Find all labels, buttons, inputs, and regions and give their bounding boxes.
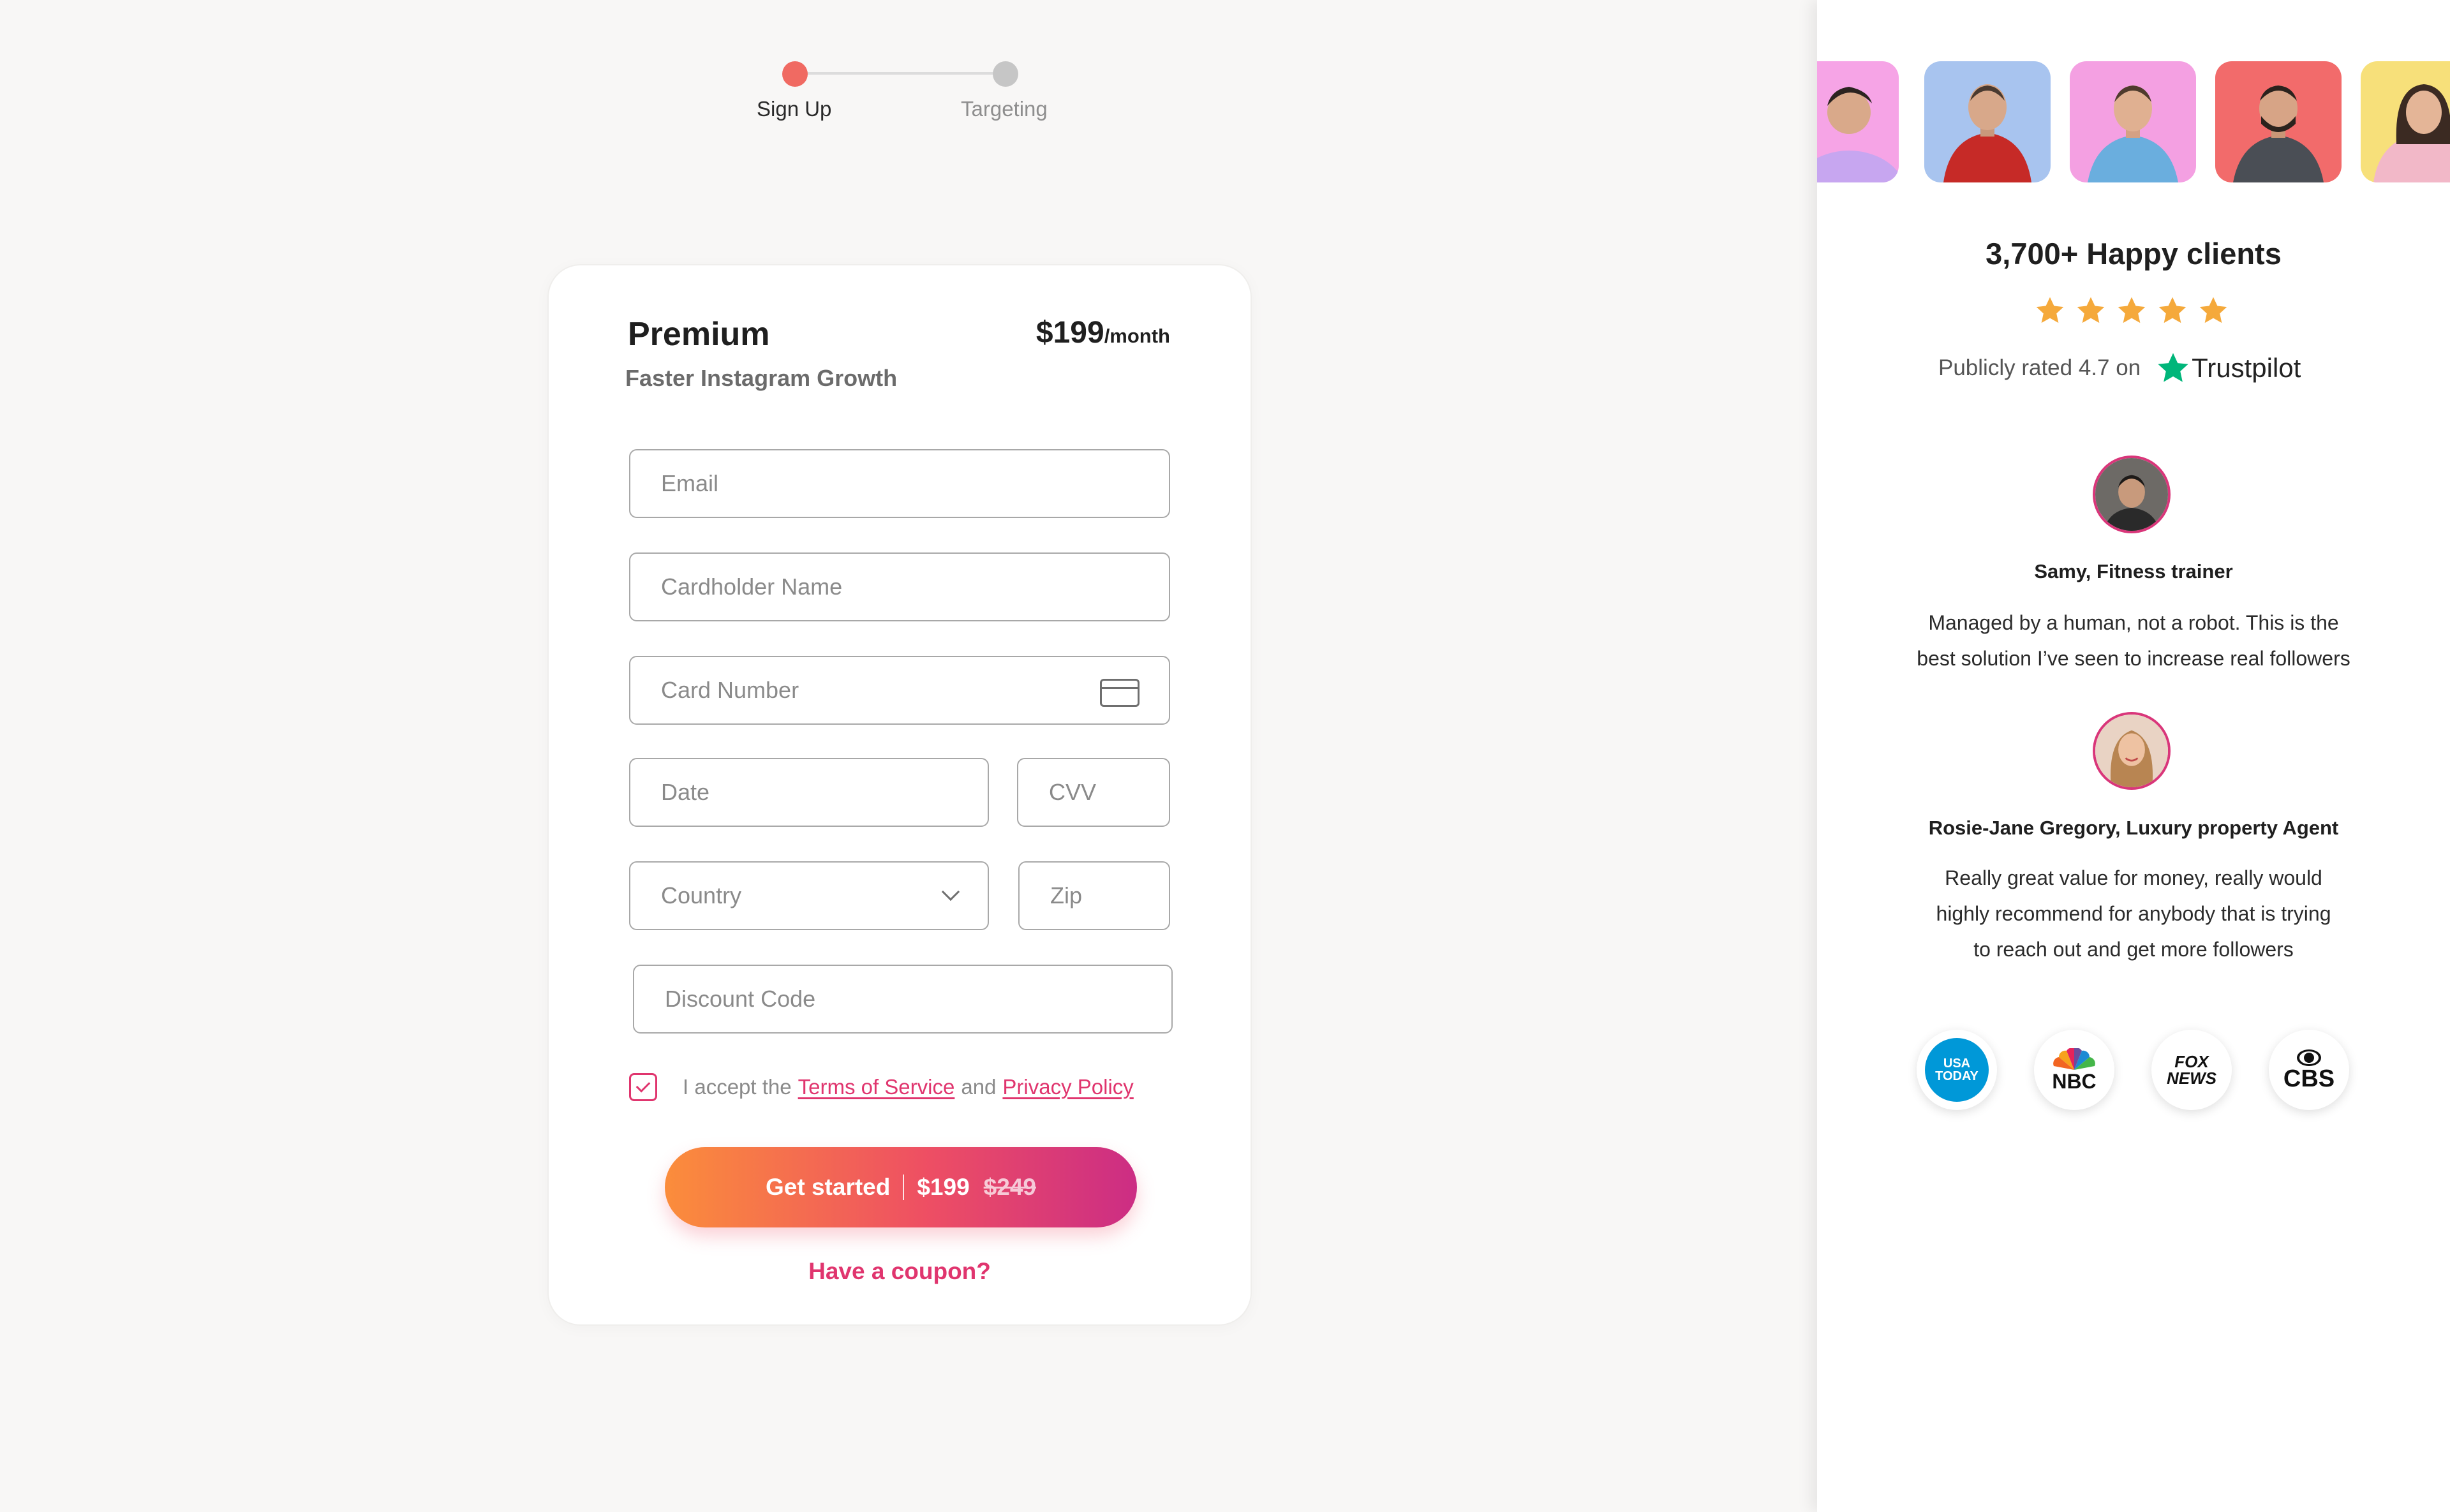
reviewer-avatar: [2093, 456, 2171, 533]
terms-and: and: [961, 1075, 997, 1099]
fox-news-line2: NEWS: [2167, 1069, 2216, 1088]
cardholder-placeholder: Cardholder Name: [661, 574, 843, 600]
checkout-card: Premium Faster Instagram Growth $199/mon…: [547, 264, 1252, 1326]
terms-of-service-link[interactable]: Terms of Service: [798, 1075, 955, 1099]
discount-placeholder: Discount Code: [665, 986, 816, 1012]
usa-today-line2: TODAY: [1935, 1069, 1979, 1083]
plan-subtitle: Faster Instagram Growth: [625, 365, 898, 391]
client-photo-4-image: [2215, 61, 2342, 182]
privacy-policy-link[interactable]: Privacy Policy: [1002, 1075, 1133, 1099]
review-line: highly recommend for anybody that is try…: [1936, 902, 2331, 925]
plan-name: Premium: [628, 316, 770, 353]
cta-old-price: $249: [983, 1174, 1036, 1200]
review-text: Managed by a human, not a robot. This is…: [1855, 605, 2412, 676]
review-line: Managed by a human, not a robot. This is…: [1928, 611, 2339, 634]
terms-checkbox[interactable]: [629, 1073, 657, 1101]
expiry-date-field[interactable]: Date: [629, 758, 989, 827]
plan-price-amount: $199: [1036, 316, 1104, 350]
terms-row: I accept the Terms of Service and Privac…: [629, 1073, 1134, 1101]
step-targeting-label: Targeting: [961, 97, 1048, 121]
reviewer-avatar-image: [2095, 458, 2168, 531]
nbc-text: NBC: [2052, 1070, 2097, 1093]
client-photo-1: [1817, 61, 1899, 182]
email-field[interactable]: Email: [629, 449, 1170, 518]
discount-code-field[interactable]: Discount Code: [633, 965, 1173, 1034]
star-icon: [2036, 297, 2064, 323]
step-signup-label: Sign Up: [757, 97, 832, 121]
peacock-icon: [2053, 1048, 2095, 1070]
review-line: best solution I’ve seen to increase real…: [1917, 647, 2350, 670]
client-photo-3: [2070, 61, 2196, 182]
fox-news-logo: FOX NEWS: [2151, 1030, 2232, 1110]
client-photo-3-image: [2070, 61, 2196, 182]
step-targeting-dot: [993, 61, 1018, 87]
trustpilot-name: Trustpilot: [2192, 353, 2301, 383]
credit-card-icon: [1100, 679, 1140, 707]
progress-stepper: Sign Up Targeting: [740, 57, 1097, 128]
client-photo-2-image: [1924, 61, 2051, 182]
get-started-button[interactable]: Get started $199 $249: [665, 1147, 1137, 1227]
review-author: Rosie-Jane Gregory, Luxury property Agen…: [1928, 817, 2339, 839]
fox-news-line1: FOX: [2174, 1052, 2209, 1071]
zip-field[interactable]: Zip: [1018, 861, 1170, 930]
nbc-logo: NBC: [2034, 1030, 2114, 1110]
review-text: Really great value for money, really wou…: [1855, 860, 2412, 967]
review-line: Really great value for money, really wou…: [1945, 866, 2322, 889]
fox-news-wordmark: FOX NEWS: [2167, 1053, 2216, 1086]
trustpilot-star-icon: [2158, 353, 2188, 382]
rating-stars: [2034, 295, 2238, 327]
plan-price: $199/month: [1036, 315, 1170, 350]
star-icon: [2158, 297, 2186, 323]
chevron-down-icon: [941, 882, 960, 901]
client-photo-1-image: [1817, 61, 1899, 182]
date-placeholder: Date: [661, 779, 710, 805]
card-number-placeholder: Card Number: [661, 677, 799, 703]
social-proof-panel: 3,700+ Happy clients Publicly rated 4.7 …: [1817, 0, 2450, 1512]
reviewer-avatar: [2093, 712, 2171, 790]
usa-today-logo-mark: USA TODAY: [1925, 1038, 1989, 1102]
cta-label: Get started: [766, 1174, 891, 1200]
star-icon: [2077, 297, 2105, 323]
happy-clients-title: 3,700+ Happy clients: [1986, 237, 2282, 271]
stepper-line: [795, 72, 1006, 75]
cardholder-name-field[interactable]: Cardholder Name: [629, 552, 1170, 621]
check-icon: [635, 1078, 651, 1093]
usa-today-logo: USA TODAY: [1917, 1030, 1997, 1110]
cbs-eye-icon: [2296, 1049, 2321, 1066]
country-select[interactable]: Country: [629, 861, 989, 930]
zip-placeholder: Zip: [1050, 882, 1083, 908]
step-signup-dot: [782, 61, 808, 87]
review-line: to reach out and get more followers: [1973, 938, 2294, 961]
cbs-text: CBS: [2283, 1065, 2335, 1092]
cta-price: $199: [917, 1174, 970, 1200]
cta-divider: [903, 1175, 905, 1200]
terms-prefix: I accept the: [683, 1075, 792, 1099]
client-photo-4: [2215, 61, 2342, 182]
plan-price-period: /month: [1104, 325, 1170, 347]
have-coupon-link[interactable]: Have a coupon?: [549, 1258, 1251, 1285]
client-photo-5-image: [2361, 61, 2450, 182]
rating-text: Publicly rated 4.7 on: [1938, 355, 2141, 380]
cvv-field[interactable]: CVV: [1017, 758, 1170, 827]
client-photo-2: [1924, 61, 2051, 182]
reviewer-avatar-image: [2095, 715, 2168, 787]
cbs-logo: CBS: [2269, 1030, 2349, 1110]
trustpilot-rating: Publicly rated 4.7 on Trustpilot: [1938, 351, 2301, 385]
client-photo-5: [2361, 61, 2450, 182]
review-author: Samy, Fitness trainer: [2034, 560, 2233, 582]
usa-today-line1: USA: [1943, 1056, 1971, 1071]
star-icon: [2118, 297, 2146, 323]
star-icon: [2199, 297, 2227, 323]
country-placeholder: Country: [661, 882, 742, 908]
cvv-placeholder: CVV: [1049, 779, 1097, 805]
email-placeholder: Email: [661, 470, 719, 496]
card-number-field[interactable]: Card Number: [629, 656, 1170, 725]
